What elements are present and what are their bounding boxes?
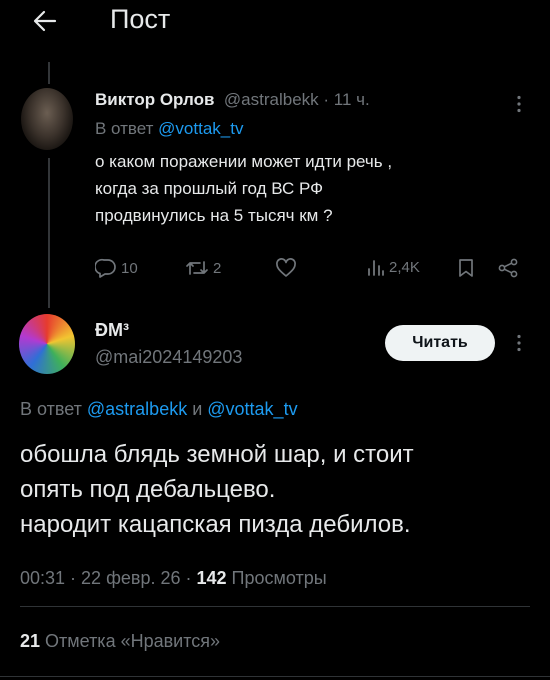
post-meta: 00:31 · 22 февр. 26 · 142 Просмотры: [20, 565, 327, 591]
tweet-text: обошла блядь земной шар, и стоит опять п…: [20, 437, 530, 542]
reply-prefix: В ответ: [95, 119, 159, 138]
tweet-text-line: опять под дебальцево.: [20, 476, 276, 503]
action-bar: 10 2 2,4K: [95, 258, 525, 286]
post-time[interactable]: 11 ч.: [334, 90, 370, 109]
more-options-button[interactable]: [507, 331, 531, 355]
heart-icon: [276, 258, 296, 277]
avatar[interactable]: [21, 88, 73, 150]
arrow-left-icon: [33, 10, 57, 32]
separator-dot: ·: [318, 90, 334, 109]
reply-prefix: В ответ: [20, 399, 87, 419]
repost-count: 2: [213, 259, 222, 277]
reply-to-link[interactable]: @vottak_tv: [207, 399, 297, 419]
repost-icon: [186, 261, 208, 275]
tweet-text-line: о каком поражении может идти речь ,: [95, 152, 393, 171]
like-button[interactable]: [275, 258, 301, 278]
author-row: Виктор Орлов @astralbekk · 11 ч.: [95, 88, 535, 112]
thread-line: [48, 62, 50, 84]
tweet-text-line: когда за прошлый год ВС РФ: [95, 179, 324, 198]
reply-context: В ответ @astralbekk и @vottak_tv: [20, 396, 298, 422]
tweet-text-line: обошла блядь земной шар, и стоит: [20, 441, 414, 468]
repost-button[interactable]: 2: [185, 258, 221, 278]
likes-count: 21: [20, 631, 41, 651]
views-count: 2,4K: [389, 258, 420, 276]
thread-line: [48, 158, 50, 308]
tweet-text: о каком поражении может идти речь , когд…: [95, 148, 525, 229]
more-vertical-icon: [517, 334, 521, 352]
parent-tweet: Виктор Орлов @astralbekk · 11 ч. В ответ…: [95, 88, 535, 229]
avatar[interactable]: [19, 314, 75, 374]
reply-to-link[interactable]: @astralbekk: [87, 399, 187, 419]
tweet-text-line: народит кацапская пизда дебилов.: [20, 511, 411, 538]
likes-stat[interactable]: 21 Отметка «Нравится»: [20, 628, 220, 654]
author-handle[interactable]: @mai2024149203: [95, 344, 242, 370]
views-label: Просмотры: [226, 568, 327, 588]
reply-button[interactable]: 10: [95, 258, 138, 278]
separator-dot: ·: [65, 568, 82, 588]
author-name[interactable]: Виктор Орлов: [95, 90, 214, 109]
views-bars-icon: [368, 260, 384, 276]
views-button[interactable]: 2,4K: [367, 258, 420, 276]
reply-count: 10: [121, 259, 138, 277]
separator-dot: ·: [180, 568, 197, 588]
page-title: Пост: [110, 4, 171, 34]
share-button[interactable]: [497, 258, 519, 278]
divider: [20, 606, 530, 607]
bookmark-icon: [459, 259, 473, 277]
top-bar: Пост: [0, 0, 550, 52]
likes-label: Отметка «Нравится»: [40, 631, 221, 651]
reply-icon: [95, 258, 116, 278]
tweet-text-line: продвинулись на 5 тысяч км ?: [95, 206, 333, 225]
bookmark-button[interactable]: [457, 258, 475, 278]
reply-context: В ответ @vottak_tv: [95, 116, 535, 142]
share-icon: [498, 258, 518, 278]
post-time[interactable]: 00:31: [20, 568, 65, 588]
more-options-button[interactable]: [507, 92, 531, 116]
post-date[interactable]: 22 февр. 26: [81, 568, 180, 588]
more-vertical-icon: [517, 95, 521, 113]
views-count: 142: [196, 568, 227, 588]
follow-button[interactable]: Читать: [385, 325, 495, 361]
back-button[interactable]: [28, 4, 62, 38]
reply-to-link[interactable]: @vottak_tv: [158, 119, 243, 138]
divider: [0, 676, 550, 677]
author-name[interactable]: ÐМ³: [95, 318, 242, 342]
main-author: ÐМ³ @mai2024149203: [95, 318, 242, 370]
author-handle[interactable]: @astralbekk: [219, 90, 319, 109]
reply-and: и: [187, 399, 208, 419]
